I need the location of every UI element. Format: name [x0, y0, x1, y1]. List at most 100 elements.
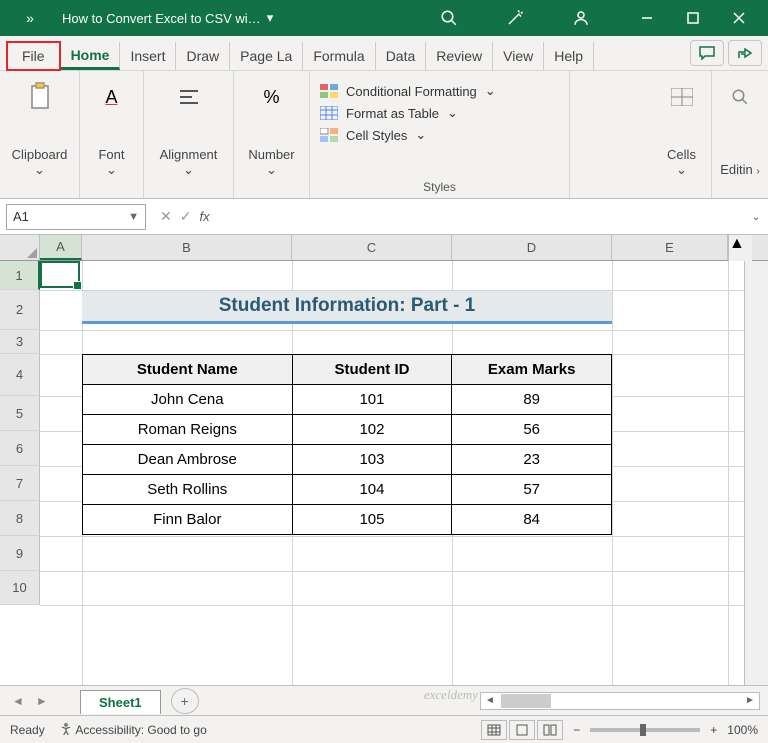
status-ready: Ready [10, 723, 45, 737]
ribbon-group-number: % Number⌄ [234, 71, 310, 198]
name-box-value: A1 [13, 209, 29, 224]
ribbon-group-alignment: Alignment⌄ [144, 71, 234, 198]
tab-view[interactable]: View [493, 42, 544, 70]
maximize-button[interactable] [670, 0, 716, 36]
formula-expand-icon[interactable]: ⌄ [744, 210, 768, 223]
editing-icon[interactable] [731, 77, 749, 117]
select-all-corner[interactable] [0, 235, 40, 260]
watermark: exceldemy [424, 687, 478, 703]
add-sheet-button[interactable]: + [171, 688, 199, 714]
col-header-e[interactable]: E [612, 235, 728, 260]
view-page-layout-button[interactable] [509, 720, 535, 740]
cells-area[interactable]: Student Information: Part - 1 Student Na… [40, 261, 744, 685]
row-header-4[interactable]: 4 [0, 354, 40, 396]
row-header-9[interactable]: 9 [0, 536, 40, 571]
tab-review[interactable]: Review [426, 42, 493, 70]
column-headers: A B C D E ▲ [0, 235, 768, 261]
font-icon[interactable]: A [105, 77, 117, 117]
cancel-formula-icon[interactable]: ✕ [160, 208, 172, 225]
sheet-tab-sheet1[interactable]: Sheet1 [80, 690, 161, 714]
col-header-a[interactable]: A [40, 235, 82, 260]
vertical-scrollbar[interactable]: ▲ [728, 235, 752, 261]
formula-bar-row: A1 ▼ ✕ ✓ fx ⌄ [0, 199, 768, 235]
row-header-10[interactable]: 10 [0, 571, 40, 605]
table-row: John Cena10189 [83, 385, 612, 415]
zoom-level[interactable]: 100% [727, 723, 758, 737]
tab-draw[interactable]: Draw [176, 42, 230, 70]
col-header-d[interactable]: D [452, 235, 612, 260]
hscroll-left-icon[interactable]: ◄ [481, 695, 499, 706]
conditional-formatting-button[interactable]: Conditional Formatting ⌄ [320, 83, 559, 99]
status-bar: Ready Accessibility: Good to go − + 100% [0, 715, 768, 743]
name-box-dropdown-icon[interactable]: ▼ [128, 211, 139, 223]
number-icon[interactable]: % [263, 77, 279, 117]
clipboard-icon[interactable] [26, 77, 54, 117]
quick-access-overflow[interactable]: » [6, 10, 54, 26]
enter-formula-icon[interactable]: ✓ [180, 208, 192, 225]
th-exam-marks: Exam Marks [452, 355, 612, 385]
search-icon[interactable] [426, 0, 472, 36]
zoom-slider[interactable] [590, 728, 700, 732]
title-dropdown-icon[interactable]: ▾ [267, 10, 274, 26]
tab-home[interactable]: Home [61, 42, 121, 70]
user-icon[interactable] [558, 0, 604, 36]
th-student-name: Student Name [83, 355, 293, 385]
fx-label[interactable]: fx [199, 209, 219, 224]
row-header-5[interactable]: 5 [0, 396, 40, 431]
hscroll-thumb[interactable] [501, 694, 551, 708]
alignment-label: Alignment⌄ [160, 147, 218, 194]
format-as-table-label: Format as Table [346, 106, 439, 121]
vertical-scrollbar-track[interactable] [744, 261, 768, 685]
sheet-title: Student Information: Part - 1 [82, 291, 612, 324]
formula-input[interactable] [220, 204, 744, 230]
sheet-tab-bar: ◄ ► Sheet1 + ◄ ► [0, 685, 768, 715]
sheet-nav-next-icon[interactable]: ► [36, 694, 48, 708]
close-button[interactable] [716, 0, 762, 36]
cells-icon[interactable] [671, 77, 693, 117]
row-header-1[interactable]: 1 [0, 261, 40, 290]
row-header-6[interactable]: 6 [0, 431, 40, 466]
hscroll-right-icon[interactable]: ► [741, 695, 759, 706]
zoom-out-button[interactable]: − [573, 723, 580, 737]
zoom-in-button[interactable]: + [710, 723, 717, 737]
tab-insert[interactable]: Insert [120, 42, 176, 70]
format-as-table-icon [320, 106, 338, 120]
accessibility-status[interactable]: Accessibility: Good to go [59, 722, 207, 737]
conditional-formatting-label: Conditional Formatting [346, 84, 477, 99]
row-header-7[interactable]: 7 [0, 466, 40, 501]
data-table: Student Name Student ID Exam Marks John … [82, 354, 612, 535]
table-row: Seth Rollins10457 [83, 475, 612, 505]
horizontal-scrollbar[interactable]: ◄ ► [480, 692, 760, 710]
tab-page-layout[interactable]: Page La [230, 42, 303, 70]
zoom-slider-thumb[interactable] [640, 724, 646, 736]
share-button[interactable] [728, 40, 762, 66]
tab-data[interactable]: Data [376, 42, 427, 70]
document-title: How to Convert Excel to CSV wi… ▾ [54, 10, 426, 26]
row-header-3[interactable]: 3 [0, 330, 40, 354]
cell-styles-button[interactable]: Cell Styles ⌄ [320, 127, 559, 143]
comments-button[interactable] [690, 40, 724, 66]
tab-help[interactable]: Help [544, 42, 594, 70]
cell-styles-icon [320, 128, 338, 142]
view-normal-button[interactable] [481, 720, 507, 740]
row-headers: 1 2 3 4 5 6 7 8 9 10 [0, 261, 40, 685]
format-as-table-button[interactable]: Format as Table ⌄ [320, 105, 559, 121]
tab-formulas[interactable]: Formula [303, 42, 375, 70]
row-header-8[interactable]: 8 [0, 501, 40, 536]
grid: 1 2 3 4 5 6 7 8 9 10 Student Information… [0, 261, 768, 685]
ribbon-tabs: File Home Insert Draw Page La Formula Da… [0, 36, 768, 71]
col-header-c[interactable]: C [292, 235, 452, 260]
clipboard-label: Clipboard⌄ [12, 147, 68, 194]
row-header-2[interactable]: 2 [0, 290, 40, 330]
number-label: Number⌄ [248, 147, 294, 194]
sheet-nav-prev-icon[interactable]: ◄ [12, 694, 24, 708]
name-box[interactable]: A1 ▼ [6, 204, 146, 230]
view-page-break-button[interactable] [537, 720, 563, 740]
col-header-b[interactable]: B [82, 235, 292, 260]
table-header-row: Student Name Student ID Exam Marks [83, 355, 612, 385]
tab-file[interactable]: File [6, 41, 61, 71]
ribbon-group-clipboard: Clipboard⌄ [0, 71, 80, 198]
magic-wand-icon[interactable] [492, 0, 538, 36]
alignment-icon[interactable] [178, 77, 200, 117]
minimize-button[interactable] [624, 0, 670, 36]
